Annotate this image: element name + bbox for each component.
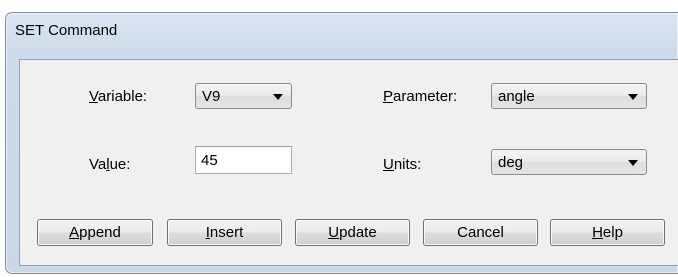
units-select[interactable]: deg — [491, 149, 647, 175]
update-button[interactable]: Update — [295, 219, 410, 246]
variable-label: Variable: — [89, 88, 148, 105]
chevron-down-icon — [273, 94, 283, 100]
append-button[interactable]: Append — [37, 219, 153, 246]
chevron-down-icon — [628, 160, 638, 166]
variable-select-value: V9 — [202, 88, 221, 105]
dialog-title: SET Command — [15, 22, 118, 39]
units-label: Units: — [383, 156, 422, 173]
parameter-select[interactable]: angle — [491, 83, 647, 109]
units-select-value: deg — [498, 154, 524, 171]
parameter-select-value: angle — [498, 88, 535, 105]
cancel-button[interactable]: Cancel — [423, 219, 538, 246]
value-input-text: 45 — [201, 152, 218, 169]
value-input[interactable]: 45 — [195, 146, 292, 174]
value-label: Value: — [89, 156, 131, 173]
insert-button[interactable]: Insert — [167, 219, 282, 246]
parameter-label: Parameter: — [383, 88, 458, 105]
variable-select[interactable]: V9 — [195, 83, 292, 109]
help-button[interactable]: Help — [550, 219, 665, 246]
chevron-down-icon — [628, 94, 638, 100]
